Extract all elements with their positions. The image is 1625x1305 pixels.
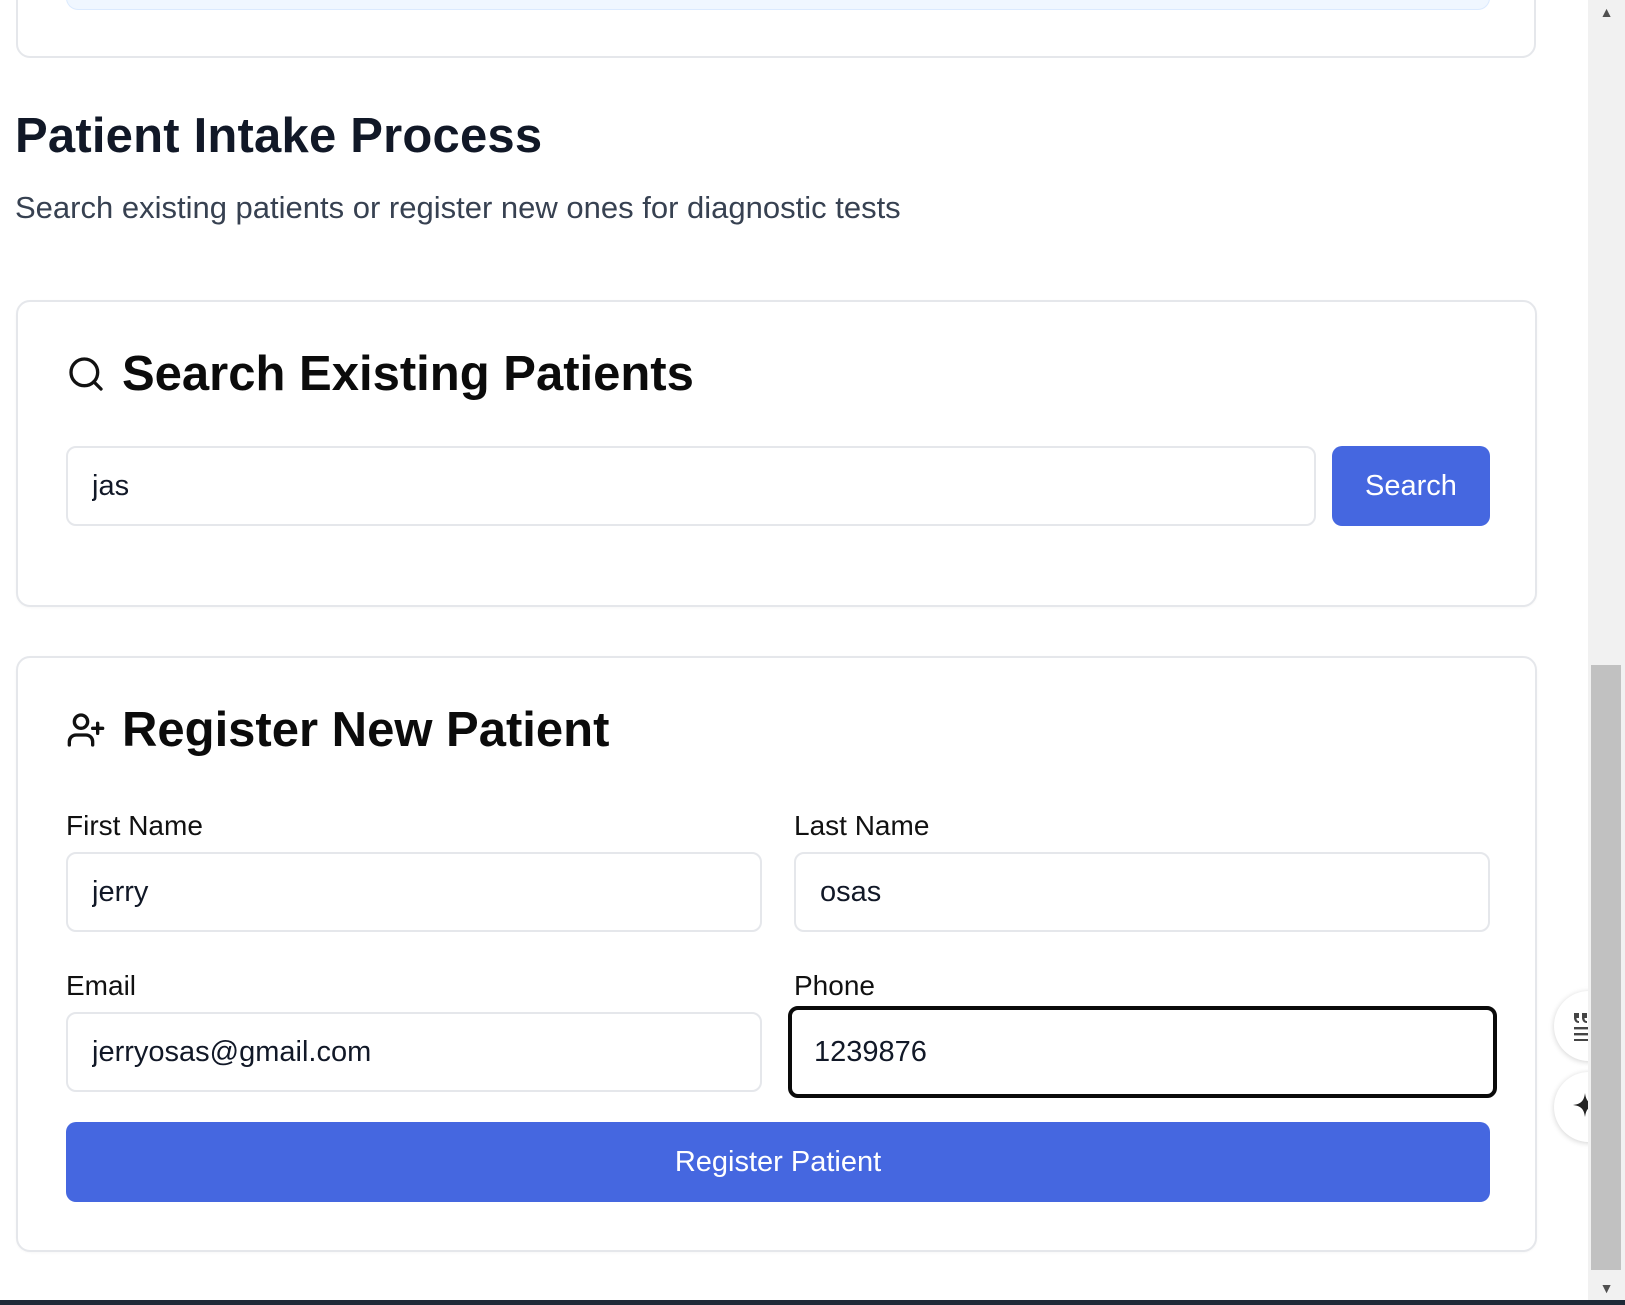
email-label: Email xyxy=(66,970,137,1001)
page-subtitle: Search existing patients or register new… xyxy=(15,190,901,225)
previous-card xyxy=(16,0,1536,58)
window-bottom-edge xyxy=(0,1300,1625,1305)
register-patient-button[interactable]: Register Patient xyxy=(66,1122,1490,1202)
register-card-title: Register New Patient xyxy=(122,703,610,757)
search-card-title: Search Existing Patients xyxy=(122,347,694,401)
ai-assist-button[interactable] xyxy=(1554,1072,1588,1142)
reading-mode-button[interactable] xyxy=(1554,991,1588,1061)
page-viewport: Patient Intake Process Search existing p… xyxy=(0,0,1588,1300)
first-name-label: First Name xyxy=(66,810,203,841)
email-field[interactable] xyxy=(66,1012,762,1092)
search-icon xyxy=(69,357,103,391)
vertical-scrollbar[interactable]: ▲ ▼ xyxy=(1588,0,1625,1300)
scroll-down-arrow-icon[interactable]: ▼ xyxy=(1588,1276,1625,1300)
phone-label: Phone xyxy=(794,970,875,1001)
search-patients-card: Search Existing Patients Search xyxy=(16,300,1537,607)
previous-card-panel xyxy=(66,0,1490,10)
search-card-header: Search Existing Patients xyxy=(66,346,694,402)
reading-mode-icon xyxy=(1574,1013,1588,1041)
last-name-label: Last Name xyxy=(794,810,930,841)
last-name-field[interactable] xyxy=(794,852,1490,932)
scroll-thumb[interactable] xyxy=(1591,665,1621,1270)
phone-field[interactable] xyxy=(788,1006,1497,1098)
page-title: Patient Intake Process xyxy=(15,109,543,163)
scroll-up-arrow-icon[interactable]: ▲ xyxy=(1588,0,1625,24)
patient-search-input[interactable] xyxy=(66,446,1316,526)
search-button[interactable]: Search xyxy=(1332,446,1490,526)
sparkle-icon xyxy=(1573,1093,1588,1117)
register-patient-card: Register New Patient First Name Last Nam… xyxy=(16,656,1537,1252)
user-plus-icon xyxy=(67,713,105,747)
first-name-field[interactable] xyxy=(66,852,762,932)
register-card-header: Register New Patient xyxy=(66,702,609,758)
